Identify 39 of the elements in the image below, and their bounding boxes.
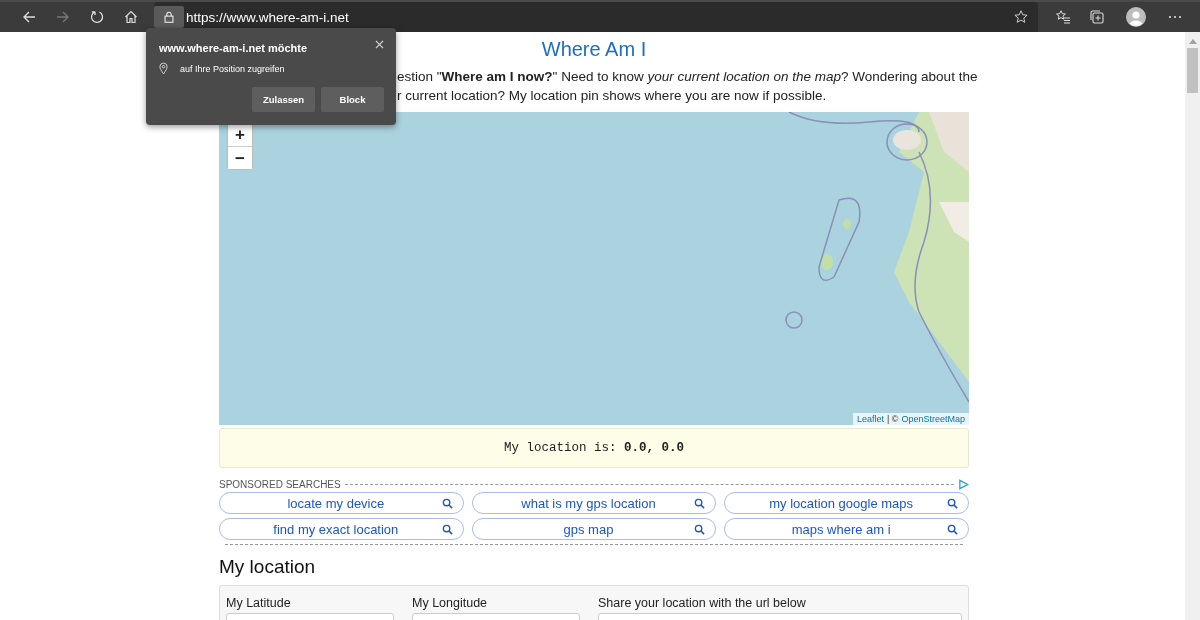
address-bar[interactable]: https://www.where-am-i.net xyxy=(154,2,1038,32)
location-text: My location is: 0.0, 0.0 xyxy=(503,441,684,455)
star-icon[interactable] xyxy=(1013,9,1029,25)
back-icon[interactable] xyxy=(21,9,37,25)
home-icon[interactable] xyxy=(123,9,139,25)
permission-button[interactable]: Block xyxy=(321,87,384,112)
attribution-link[interactable]: OpenStreetMap xyxy=(901,414,965,424)
search-icon xyxy=(441,497,453,509)
favorites-icon[interactable] xyxy=(1055,9,1071,25)
search-icon xyxy=(694,523,706,535)
field-label: My Longitude xyxy=(412,596,489,610)
profile-avatar-icon[interactable] xyxy=(1126,7,1146,27)
zoom-out-button[interactable]: − xyxy=(228,146,252,169)
search-icon xyxy=(947,497,958,509)
page-title: Where Am I xyxy=(541,37,647,61)
intro-text: r current location? My location pin shows where you are now if possible. xyxy=(397,87,827,105)
ad-choices-icon[interactable] xyxy=(958,478,969,490)
search-icon xyxy=(947,523,958,535)
scrollbar[interactable] xyxy=(1185,32,1200,620)
search-icon xyxy=(441,523,453,535)
url-text[interactable]: https://www.where-am-i.net xyxy=(186,9,349,25)
field-label: Share your location with the url below xyxy=(598,596,807,610)
sponsored-heading: SPONSORED SEARCHES xyxy=(219,478,341,490)
popup-title: www.where-am-i.net möchte xyxy=(159,42,308,54)
refresh-icon[interactable] xyxy=(89,9,105,25)
permission-request-text: auf Ihre Position zugreifen xyxy=(180,63,285,74)
location-pin-icon xyxy=(159,62,168,75)
permission-button[interactable]: Zulassen xyxy=(252,87,315,112)
close-icon[interactable] xyxy=(375,39,384,49)
lock-icon xyxy=(162,10,176,24)
attribution-link[interactable]: Leaflet xyxy=(856,414,884,424)
search-icon xyxy=(694,497,706,509)
scrollbar-thumb[interactable] xyxy=(1187,48,1198,93)
collections-icon[interactable] xyxy=(1089,9,1105,25)
intro-text: estion "Where am I now?" Need to know your current location on the map? Wondering about the xyxy=(397,68,978,86)
field-label: My Latitude xyxy=(226,596,292,610)
lock-button[interactable] xyxy=(154,6,184,28)
attribution-separator: | © xyxy=(886,414,899,424)
section-heading: My location xyxy=(219,555,317,579)
